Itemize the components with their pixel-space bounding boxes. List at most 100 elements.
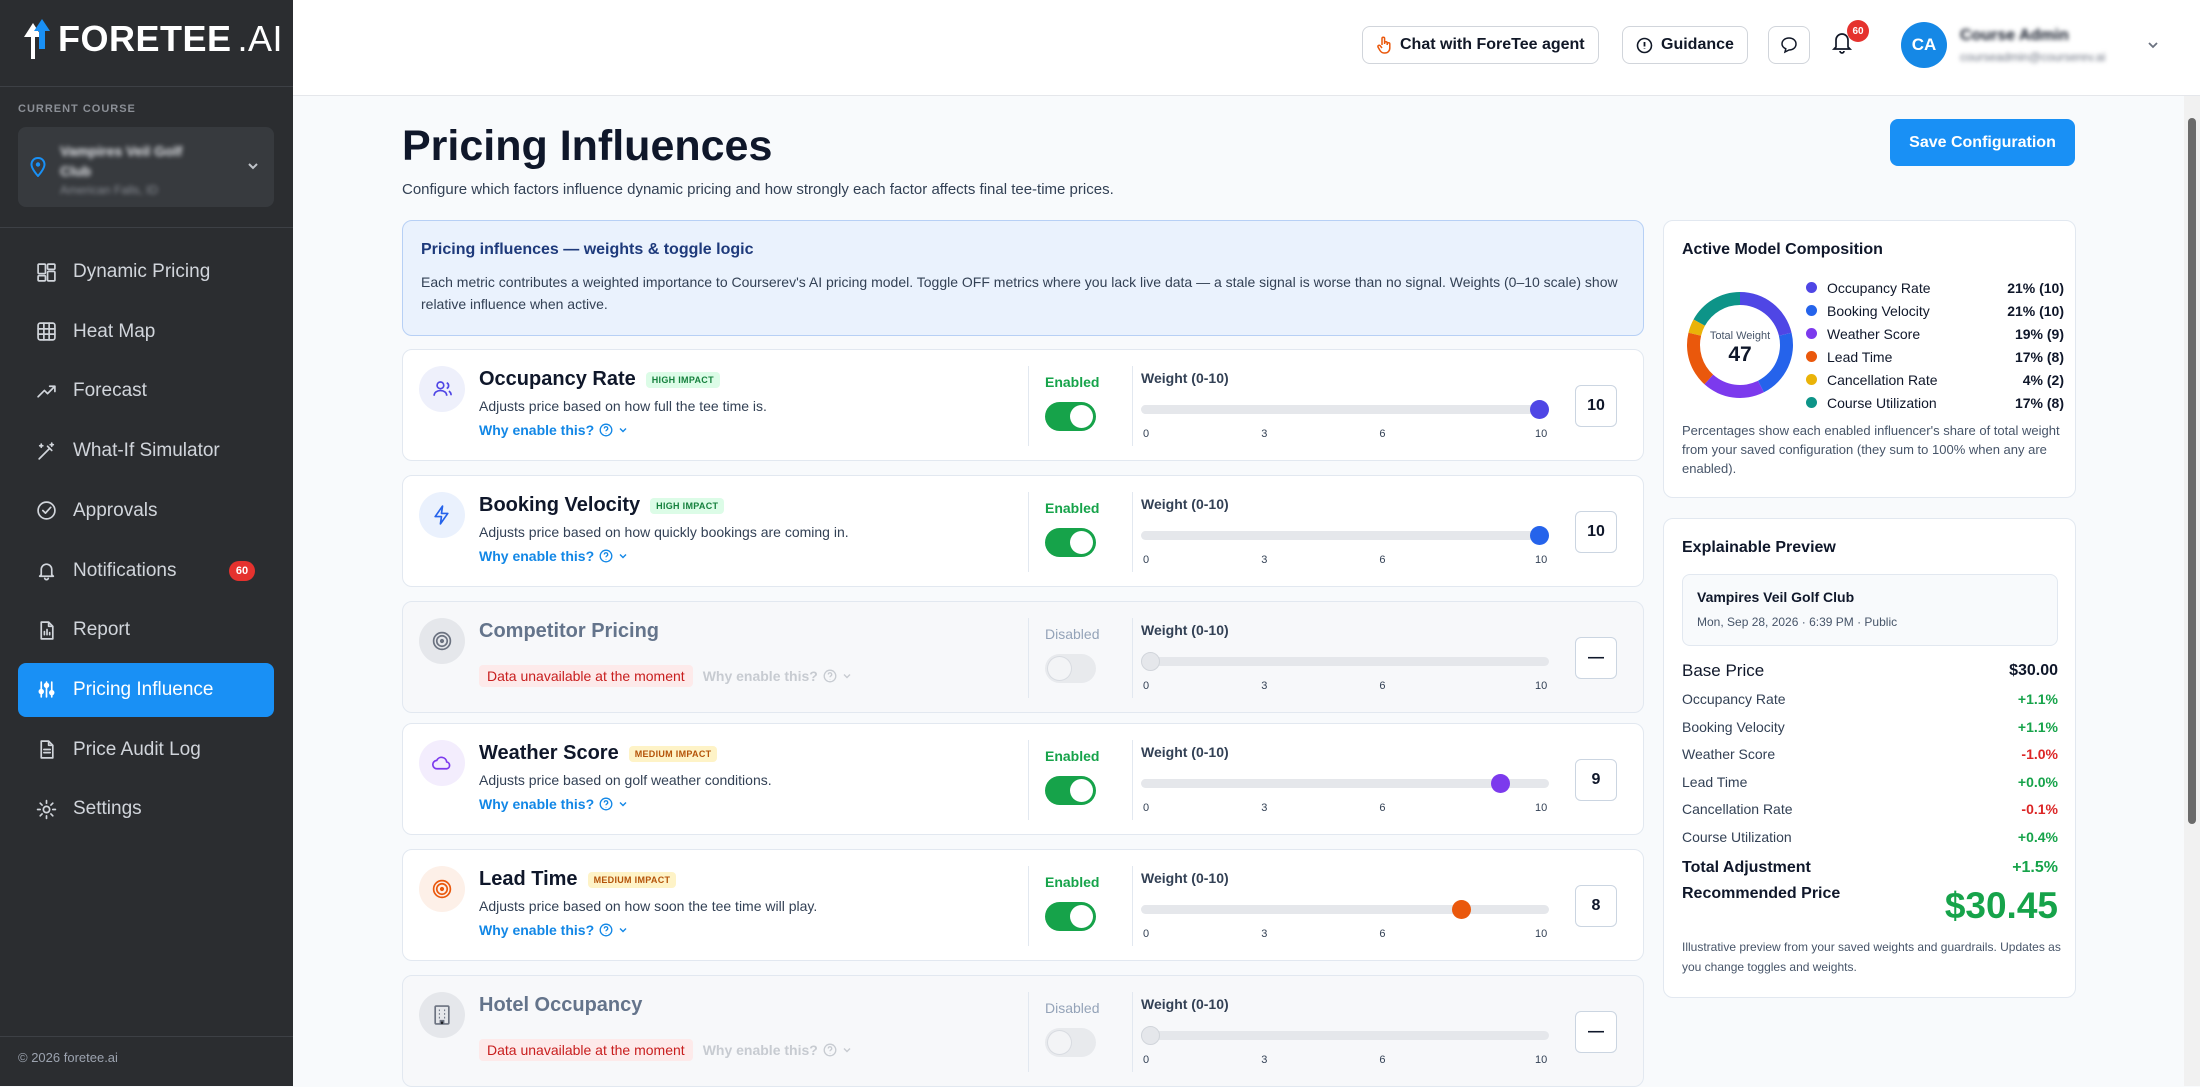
- help-circle-icon: [599, 549, 613, 563]
- weight-value-box[interactable]: 8: [1575, 885, 1617, 927]
- sidebar-item-dynamic-pricing[interactable]: Dynamic Pricing: [18, 245, 274, 299]
- chevron-down-icon[interactable]: [2146, 38, 2160, 52]
- sidebar-item-price-audit-log[interactable]: Price Audit Log: [18, 723, 274, 777]
- weight-value-box[interactable]: 10: [1575, 511, 1617, 553]
- weight-value-box[interactable]: 9: [1575, 759, 1617, 801]
- preview-course-box: Vampires Veil Golf Club Mon, Sep 28, 202…: [1682, 574, 2058, 646]
- weight-value-box: —: [1575, 1011, 1617, 1053]
- chat-agent-label: Chat with ForeTee agent: [1400, 36, 1585, 53]
- sidebar-item-settings[interactable]: Settings: [18, 782, 274, 836]
- why-enable-link[interactable]: Why enable this?: [479, 796, 628, 812]
- weight-label: Weight (0-10): [1141, 744, 1229, 760]
- preview-note: Illustrative preview from your saved wei…: [1682, 940, 2061, 974]
- metric-icon-wrap: [419, 492, 465, 538]
- slider-thumb[interactable]: [1452, 900, 1472, 919]
- total-adjustment-value: +1.5%: [2012, 859, 2058, 876]
- metric-toggle[interactable]: [1045, 402, 1096, 431]
- tick-label: 0: [1143, 928, 1150, 940]
- legend-label: Booking Velocity: [1827, 302, 1930, 319]
- scrollbar-thumb[interactable]: [2188, 118, 2196, 824]
- avatar[interactable]: CA: [1901, 22, 1947, 68]
- chat-agent-button[interactable]: Chat with ForeTee agent: [1362, 26, 1599, 64]
- legend-item: Weather Score 19% (9): [1806, 322, 2064, 345]
- tick-label: 0: [1143, 428, 1150, 440]
- notifications-bell[interactable]: 60: [1831, 20, 1869, 59]
- info-title: Pricing influences — weights & toggle lo…: [421, 241, 754, 258]
- sidebar-divider: [0, 1036, 293, 1037]
- weight-slider[interactable]: [1141, 774, 1549, 793]
- toggle-knob: [1070, 405, 1093, 428]
- toggle-status-label: Disabled: [1045, 1000, 1100, 1016]
- legend-label: Cancellation Rate: [1827, 371, 1938, 388]
- adjustment-label: Occupancy Rate: [1682, 691, 1786, 707]
- logo-mark-icon: [24, 19, 50, 59]
- metric-toggle[interactable]: [1045, 776, 1096, 805]
- chevron-down-icon: [248, 163, 258, 170]
- sidebar-item-forecast[interactable]: Forecast: [18, 364, 274, 418]
- data-unavailable-badge: Data unavailable at the moment: [479, 665, 693, 687]
- chat-bubble-button[interactable]: [1768, 26, 1810, 64]
- sidebar-item-notifications[interactable]: Notifications 60: [18, 544, 274, 598]
- save-configuration-button[interactable]: Save Configuration: [1890, 119, 2075, 166]
- why-enable-link[interactable]: Why enable this?: [479, 548, 628, 564]
- base-price-value: $30.00: [2009, 662, 2058, 679]
- why-enable-link[interactable]: Why enable this?: [479, 922, 628, 938]
- why-enable-link[interactable]: Why enable this?: [479, 422, 628, 438]
- slider-thumb[interactable]: [1530, 526, 1549, 545]
- adjustment-label: Booking Velocity: [1682, 718, 1785, 735]
- chevron-down-icon: [843, 1048, 851, 1053]
- metric-toggle[interactable]: [1045, 528, 1096, 557]
- card-divider: [1132, 366, 1133, 446]
- chevron-down-icon: [619, 928, 627, 933]
- adjustment-value: -0.1%: [2021, 801, 2058, 818]
- magic-wand-icon: [38, 441, 55, 460]
- weight-slider[interactable]: [1141, 900, 1549, 919]
- tick-label: 6: [1379, 1054, 1386, 1066]
- total-weight-value: 47: [1728, 343, 1751, 366]
- sidebar-item-report[interactable]: Report: [18, 603, 274, 657]
- sidebar-item-pricing-influence[interactable]: Pricing Influence: [18, 662, 274, 717]
- card-divider: [1132, 618, 1133, 698]
- sidebar-item-heat-map[interactable]: Heat Map: [18, 305, 274, 359]
- toggle-status-label: Enabled: [1045, 500, 1100, 516]
- legend-value: 17% (8): [2014, 348, 2064, 365]
- why-enable-link-disabled: Why enable this?: [703, 668, 852, 684]
- toggle-knob: [1048, 657, 1071, 680]
- metric-toggle[interactable]: [1045, 902, 1096, 931]
- metric-title: Competitor Pricing: [479, 620, 660, 642]
- adjustment-row: Occupancy Rate +1.1%: [1682, 691, 2058, 707]
- metric-title: Occupancy Rate: [479, 368, 636, 390]
- tick-label: 3: [1261, 802, 1268, 814]
- adjustment-label: Weather Score: [1682, 746, 1776, 763]
- course-selector[interactable]: Vampires Veil Golf Club American Falls, …: [18, 127, 274, 207]
- weight-ticks: 0 3 6 10: [1141, 554, 1549, 568]
- guidance-button[interactable]: Guidance: [1622, 26, 1748, 64]
- weight-value-box[interactable]: 10: [1575, 385, 1617, 427]
- weight-slider[interactable]: [1141, 400, 1549, 419]
- weight-slider[interactable]: [1141, 526, 1549, 545]
- impact-badge: MEDIUM IMPACT: [628, 745, 718, 762]
- toggle-knob: [1070, 779, 1093, 802]
- sidebar-item-approvals[interactable]: Approvals: [18, 484, 274, 538]
- adjustment-value: +1.1%: [2017, 691, 2058, 707]
- tick-label: 3: [1261, 680, 1268, 692]
- brand-logo[interactable]: FORETEE .AI: [22, 18, 283, 60]
- legend-value: 21% (10): [2007, 302, 2064, 319]
- target-icon: [432, 879, 452, 899]
- metric-card-occupancy-rate: Occupancy Rate HIGH IMPACT Adjusts price b…: [402, 349, 1644, 461]
- sidebar-item-label: Settings: [73, 798, 142, 820]
- sidebar-item-what-if-simulator[interactable]: What-If Simulator: [18, 424, 274, 478]
- sidebar-item-label: Forecast: [73, 380, 147, 402]
- weight-slider: [1141, 1026, 1549, 1045]
- lightning-icon: [434, 505, 449, 525]
- slider-thumb[interactable]: [1491, 774, 1511, 793]
- legend-value: 21% (10): [2007, 279, 2064, 296]
- adjustment-row: Lead Time +0.0%: [1682, 774, 2058, 790]
- toggle-status-label: Enabled: [1045, 374, 1100, 390]
- slider-thumb[interactable]: [1530, 400, 1549, 419]
- metric-title: Booking Velocity: [479, 494, 641, 516]
- composition-legend: Occupancy Rate 21% (10) Booking Velocity 21…: [1806, 276, 2064, 414]
- page-scrollbar[interactable]: [2184, 96, 2200, 1086]
- tick-label: 3: [1261, 428, 1268, 440]
- metric-toggle: [1045, 1028, 1096, 1057]
